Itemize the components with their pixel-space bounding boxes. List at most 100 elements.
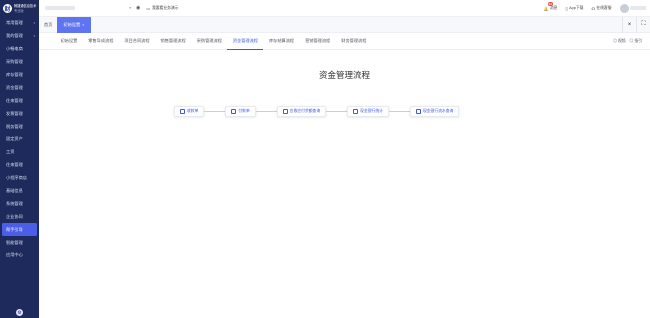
gear-icon[interactable]: ⚙ — [16, 309, 23, 316]
flow-connector — [255, 111, 277, 112]
headset-icon: ☊ — [591, 6, 595, 11]
sidebar-item[interactable]: 我的管理 ▾ — [0, 30, 39, 43]
sidebar-item[interactable]: 小畅电商 — [0, 43, 39, 56]
ledger-icon — [415, 109, 421, 114]
sidebar-item[interactable]: 小程序商店 — [0, 172, 39, 185]
messages-button[interactable]: 🔔 99 消息 — [543, 1, 558, 11]
guide-link[interactable]: ◎ 指引 — [630, 39, 642, 44]
bank-icon — [353, 109, 359, 114]
sidebar-item-label: 库存管理 — [6, 72, 23, 77]
subtab[interactable]: 采购管理流程 — [191, 33, 227, 50]
sidebar-nav: 常用管理 ▾ 我的管理 ▾ 小畅电商 采购管理 库存管理 资金管理 往来管理 发票管… — [0, 17, 39, 262]
subtab[interactable]: 初始设置 — [55, 33, 83, 50]
company-select[interactable]: ▾ — [43, 4, 133, 13]
sidebar-item[interactable]: 智能管理 — [0, 236, 39, 249]
tab-label: 首页 — [44, 21, 53, 27]
sidebar-item-label: 资金管理 — [6, 84, 23, 90]
page-tabs: 首页 初始设置 × × ⛶ — [39, 16, 650, 33]
flow-node-balance-query[interactable]: 应收应付余额查询 — [276, 106, 327, 117]
tab-initial-settings[interactable]: 初始设置 × — [57, 16, 91, 33]
payment-icon — [231, 109, 237, 114]
sidebar-item-label: 采购管理 — [6, 59, 23, 65]
flow-node-label: 现金银行流水查询 — [422, 109, 454, 113]
sidebar-item[interactable]: 基础信息 — [0, 185, 39, 198]
flow-node-label: 付款单 — [238, 109, 250, 113]
app-download-label: App下载 — [569, 5, 584, 10]
sidebar-item[interactable]: 工资 — [0, 146, 39, 159]
sidebar-item-active[interactable]: 帮手引导 — [2, 223, 37, 237]
flow-connector — [204, 111, 226, 112]
sidebar-item[interactable]: 资金管理 — [0, 81, 39, 94]
brand-sub: 专业版 — [14, 8, 24, 13]
user-menu[interactable] — [619, 3, 646, 13]
company-name-redacted — [45, 6, 75, 10]
topbar: ▾ ◉ ▭ 我要看业务演示 🔔 99 消息 ▯ App下载 ☊ 在线客服 — [39, 0, 650, 17]
support-label: 在线客服 — [596, 5, 612, 10]
sidebar-item-label: 税务管理 — [6, 123, 23, 129]
demo-link[interactable]: ▭ 我要看业务演示 — [146, 6, 178, 11]
sidebar-item[interactable]: 系统管理 — [0, 197, 39, 210]
flow-connector — [326, 111, 348, 112]
subtab[interactable]: 销售管理流程 — [155, 33, 191, 50]
sidebar-item[interactable]: 应用中心 — [0, 249, 39, 262]
sidebar-item[interactable]: 库存管理 — [0, 69, 39, 82]
demo-link-label: 我要看业务演示 — [151, 5, 179, 10]
sidebar-item[interactable]: 采购管理 — [0, 56, 39, 69]
sidebar: 财 畅捷通信息技术 专业版 常用管理 ▾ 我的管理 ▾ 小畅电商 采购管理 库存管理… — [0, 0, 39, 318]
close-icon[interactable]: × — [82, 22, 84, 27]
subtab[interactable]: 财务管理流程 — [336, 33, 372, 50]
chevron-down-icon: ▾ — [33, 34, 35, 39]
sidebar-item-label: 智能管理 — [6, 239, 23, 245]
support-button[interactable]: ☊ 在线客服 — [591, 6, 611, 11]
app-download-button[interactable]: ▯ App下载 — [565, 6, 583, 11]
flow-node-label: 应收应付余额查询 — [289, 109, 321, 113]
chevron-down-icon: ▾ — [33, 21, 35, 26]
subtab[interactable]: 营销管理流程 — [300, 33, 336, 50]
fullscreen-icon[interactable]: ⛶ — [636, 16, 650, 33]
sidebar-item[interactable]: 常用管理 ▾ — [0, 17, 39, 30]
flow-node-receipt[interactable]: 收款单 — [174, 106, 205, 117]
sidebar-item[interactable]: 发票管理 — [0, 107, 39, 120]
video-link[interactable]: ◎ 视频 — [613, 39, 625, 44]
chevron-down-icon: ▾ — [129, 6, 131, 10]
sidebar-item-label: 企业协同 — [6, 213, 23, 219]
sidebar-item-label: 往来管理 — [6, 162, 23, 168]
sidebar-item-label: 往来管理 — [6, 97, 23, 103]
brand[interactable]: 财 畅捷通信息技术 专业版 — [0, 0, 39, 17]
tab-label: 初始设置 — [63, 21, 81, 27]
sidebar-item-label: 基础信息 — [6, 188, 23, 194]
main-content: 初始设置 零售导成流程 项目合同流程 销售管理流程 采购管理流程 资金管理流程 … — [39, 33, 650, 318]
sidebar-item-label: 发票管理 — [6, 110, 23, 116]
sidebar-item-label: 系统管理 — [6, 200, 23, 206]
flow-node-payment[interactable]: 付款单 — [225, 106, 256, 117]
messages-label: 消息 — [549, 5, 558, 10]
process-subtabs: 初始设置 零售导成流程 项目合同流程 销售管理流程 采购管理流程 资金管理流程 … — [39, 33, 650, 50]
sidebar-item-label: 常用管理 — [6, 20, 23, 26]
subtab[interactable]: 零售导成流程 — [83, 33, 119, 50]
sidebar-item-label: 小畅电商 — [6, 46, 23, 52]
flow-node-cash-bank-stats[interactable]: 现金银行统计 — [347, 106, 389, 117]
sidebar-item-label: 帮手引导 — [6, 226, 23, 232]
flow-node-cash-bank-ledger[interactable]: 现金银行流水查询 — [409, 106, 460, 117]
flow-connector — [388, 111, 410, 112]
tab-home[interactable]: 首页 — [39, 17, 57, 33]
eye-icon[interactable]: ◉ — [136, 5, 140, 11]
subtab-active[interactable]: 资金管理流程 — [227, 33, 264, 50]
subtab[interactable]: 项目合同流程 — [119, 33, 155, 50]
sidebar-item-label: 应用中心 — [6, 252, 23, 258]
sidebar-item[interactable]: 固定资产 — [0, 133, 39, 146]
message-count-badge: 99 — [547, 1, 553, 6]
screen-icon: ▭ — [146, 6, 150, 11]
bell-icon: 🔔 — [543, 6, 549, 11]
sidebar-item-label: 我的管理 — [6, 33, 23, 39]
sidebar-item[interactable]: 企业协同 — [0, 210, 39, 223]
close-all-tabs-button[interactable]: × — [622, 16, 636, 33]
subtab[interactable]: 库存结算流程 — [263, 33, 299, 50]
sidebar-item[interactable]: 往来管理 — [0, 94, 39, 107]
sidebar-item[interactable]: 往来管理 — [0, 159, 39, 172]
sidebar-item[interactable]: 税务管理 — [0, 120, 39, 133]
avatar — [619, 3, 629, 13]
flow-node-label: 收款单 — [187, 109, 199, 113]
sidebar-item-label: 固定资产 — [6, 136, 23, 142]
flow-node-label: 现金银行统计 — [360, 109, 383, 113]
